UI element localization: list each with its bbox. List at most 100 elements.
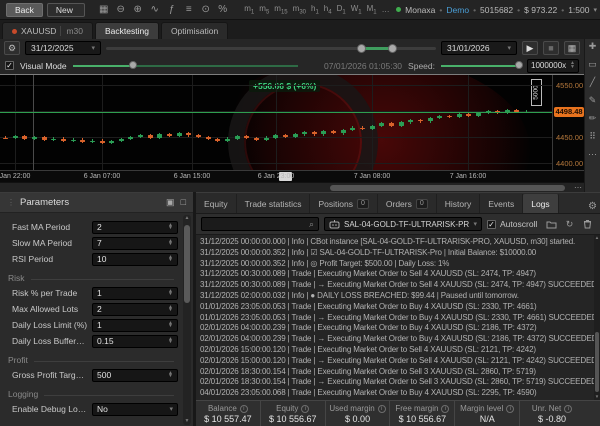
restore-panel-icon[interactable]: ▣ xyxy=(166,197,175,208)
bots-icon[interactable]: ƒ xyxy=(165,4,179,15)
timeframe-…[interactable]: … xyxy=(382,5,390,14)
param-input[interactable]: 2▲▼ xyxy=(92,221,178,234)
tab-orders[interactable]: Orders0 xyxy=(378,194,437,213)
log-list[interactable]: 31/12/2025 00:00:00.000 | Info | CBot in… xyxy=(196,235,594,400)
play-button[interactable]: ▶ xyxy=(522,41,538,55)
chart-plot-area[interactable]: +556.66 $ (+6%) 5000 xyxy=(0,75,552,170)
stepper-arrows[interactable]: ▲▼ xyxy=(168,306,173,313)
scroll-up-icon[interactable]: ▲ xyxy=(594,235,600,241)
param-input[interactable]: No▾ xyxy=(92,403,178,416)
scrollbar-thumb[interactable] xyxy=(595,332,599,392)
tab-events[interactable]: Events xyxy=(480,194,523,213)
percent-icon[interactable]: % xyxy=(216,4,230,15)
backtest-settings-button[interactable]: ⚙ xyxy=(4,41,20,55)
stepper-arrows[interactable]: ▲▼ xyxy=(168,290,173,297)
crosshair-icon[interactable]: ✚ xyxy=(589,42,597,51)
timeframe-D1[interactable]: D1 xyxy=(337,4,346,16)
stepper-arrows[interactable]: ▲▼ xyxy=(168,256,173,263)
date-range-slider[interactable] xyxy=(106,47,436,50)
tab-positions[interactable]: Positions0 xyxy=(310,194,377,213)
timeframe-m15[interactable]: m15 xyxy=(274,4,287,16)
objects-icon[interactable]: ≡ xyxy=(182,4,196,15)
param-input[interactable]: 500▲▼ xyxy=(92,369,178,382)
tab-backtesting[interactable]: Backtesting xyxy=(95,22,159,39)
param-input[interactable]: 1▲▼ xyxy=(92,319,178,332)
stepper-arrows[interactable]: ▲▼ xyxy=(570,62,575,69)
stepper-arrows[interactable]: ▲▼ xyxy=(168,240,173,247)
speed-slider[interactable] xyxy=(441,65,521,67)
scroll-down-icon[interactable]: ▼ xyxy=(183,418,191,425)
speed-handle[interactable] xyxy=(515,61,523,69)
range-start-handle[interactable] xyxy=(357,44,366,53)
trendline-icon[interactable]: ╱ xyxy=(590,78,595,87)
info-icon[interactable]: i xyxy=(301,405,309,413)
new-order-button[interactable]: New order xyxy=(47,3,85,17)
visibility-icon[interactable]: ⊙ xyxy=(199,4,213,15)
start-date-select[interactable]: 31/12/2025 ▾ xyxy=(25,41,101,55)
stop-button[interactable]: ■ xyxy=(543,41,559,55)
zoom-in-icon[interactable]: ⊕ xyxy=(131,4,145,15)
timeframe-W1[interactable]: W1 xyxy=(351,4,362,16)
pen-icon[interactable]: ✏ xyxy=(589,114,597,123)
info-icon[interactable]: i xyxy=(378,405,386,413)
chart-horizontal-scrollbar[interactable]: ⋯ xyxy=(0,182,584,192)
end-date-select[interactable]: 31/01/2026 ▾ xyxy=(441,41,517,55)
stepper-arrows[interactable]: ▲▼ xyxy=(168,224,173,231)
status-settings-icon[interactable]: ⚙ xyxy=(588,201,597,212)
autoscroll-checkbox[interactable]: ✓ xyxy=(487,220,496,229)
refresh-logs-icon[interactable]: ↻ xyxy=(562,218,577,231)
tab-optimisation[interactable]: Optimisation xyxy=(161,22,228,39)
info-icon[interactable]: i xyxy=(564,405,572,413)
pattern-icon[interactable]: ⠿ xyxy=(589,132,596,141)
range-end-handle[interactable] xyxy=(388,44,397,53)
param-input[interactable]: 1▲▼ xyxy=(92,287,178,300)
price-axis[interactable]: 4498.48 4550.004450.004400.00 xyxy=(552,75,584,170)
info-icon[interactable]: i xyxy=(240,405,248,413)
indicators-icon[interactable]: ∿ xyxy=(148,4,162,15)
parameters-header[interactable]: ⋮ Parameters ▣ □ xyxy=(0,193,193,213)
tab-logs[interactable]: Logs xyxy=(523,194,558,213)
stepper-arrows[interactable]: ▲▼ xyxy=(168,322,173,329)
timeframe-h4[interactable]: h4 xyxy=(324,4,332,16)
speed-stepper[interactable]: 1000000x ▲▼ xyxy=(527,59,579,73)
log-scrollbar[interactable]: ▲ ▼ xyxy=(594,235,600,400)
parameters-scrollbar[interactable]: ▲ ▼ xyxy=(183,215,191,425)
chart-layout-icon[interactable]: ▦ xyxy=(97,4,111,15)
shapes-icon[interactable]: ▭ xyxy=(588,60,597,69)
playback-progress-handle[interactable] xyxy=(129,61,137,69)
scroll-up-icon[interactable]: ▲ xyxy=(183,215,191,222)
timeframe-m5[interactable]: m5 xyxy=(259,4,269,16)
tab-equity[interactable]: Equity xyxy=(196,194,237,213)
pencil-icon[interactable]: ✎ xyxy=(589,96,597,105)
timeframe-h1[interactable]: h1 xyxy=(311,4,319,16)
scrollbar-thumb[interactable] xyxy=(330,185,565,191)
account-info[interactable]: Monaxa • Demo • 5015682 • $ 973.22 • 1:5… xyxy=(396,5,597,15)
stepper-arrows[interactable]: ▲▼ xyxy=(168,372,173,379)
time-axis[interactable]: Jan 22:006 Jan 07:006 Jan 15:006 Jan 23:… xyxy=(0,170,584,182)
tab-history[interactable]: History xyxy=(437,194,480,213)
param-input[interactable]: 2▲▼ xyxy=(92,303,178,316)
bot-selector[interactable]: SAL-04-GOLD-TF-ULTRARISK-PRO, XAU ▾ xyxy=(324,217,482,231)
price-chart[interactable]: +556.66 $ (+6%) 5000 4498.48 4550.004450… xyxy=(0,75,584,192)
scrollbar-thumb[interactable] xyxy=(184,225,190,303)
playback-progress-slider[interactable] xyxy=(73,65,298,67)
timeframe-M1[interactable]: M1 xyxy=(367,4,377,16)
info-icon[interactable]: i xyxy=(441,405,449,413)
autoscroll-toggle[interactable]: ✓ Autoscroll xyxy=(487,219,537,229)
param-input[interactable]: 0.15▲▼ xyxy=(92,335,178,348)
tab-instrument-xauusd[interactable]: XAUUSD m30 xyxy=(2,22,93,39)
calendar-button[interactable]: ▦ xyxy=(564,41,580,55)
param-input[interactable]: 7▲▼ xyxy=(92,237,178,250)
visual-mode-checkbox[interactable]: ✓ xyxy=(5,61,14,70)
maximize-panel-icon[interactable]: □ xyxy=(181,197,186,208)
back-button[interactable]: Back xyxy=(6,3,43,17)
param-input[interactable]: 10▲▼ xyxy=(92,253,178,266)
zoom-out-icon[interactable]: ⊖ xyxy=(114,4,128,15)
tab-trade-statistics[interactable]: Trade statistics xyxy=(237,194,311,213)
open-log-folder-icon[interactable] xyxy=(544,218,559,231)
log-search-input[interactable]: ⌕ xyxy=(201,217,319,231)
drag-grip-icon[interactable]: ⋮ xyxy=(7,198,15,207)
timeframe-m1[interactable]: m1 xyxy=(244,4,254,16)
clear-logs-icon[interactable] xyxy=(580,218,595,231)
info-icon[interactable]: i xyxy=(506,405,514,413)
